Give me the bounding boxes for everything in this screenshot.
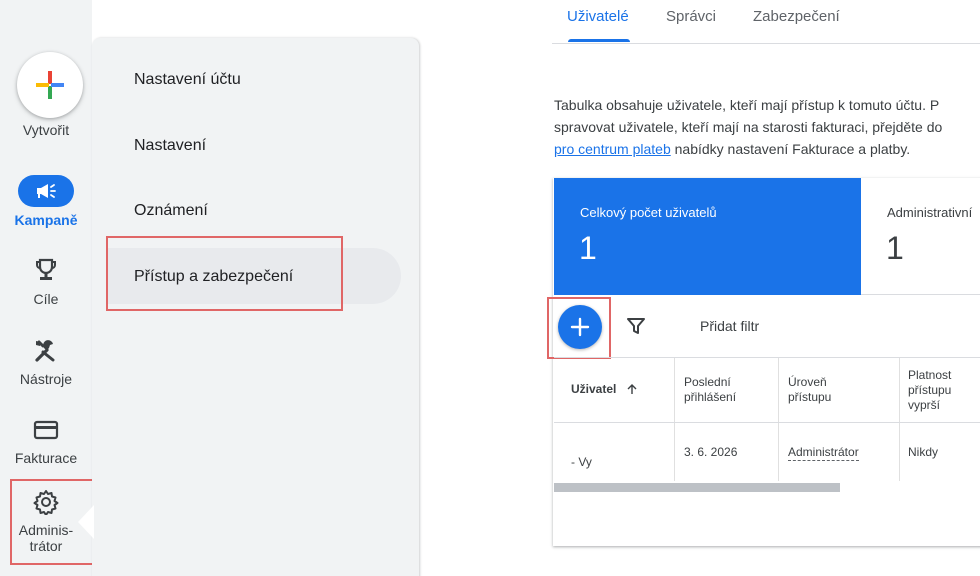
- column-header-user[interactable]: Uživatel: [554, 358, 674, 422]
- panel-pointer: [78, 505, 94, 539]
- stat-admin-users-value: 1: [886, 230, 904, 266]
- nav-item-goals[interactable]: [0, 256, 92, 286]
- add-filter-button[interactable]: Přidat filtr: [700, 318, 759, 334]
- access-level-value[interactable]: Administrátor: [788, 445, 859, 461]
- megaphone-icon: [37, 184, 56, 198]
- stat-total-users[interactable]: Celkový počet uživatelů 1: [554, 178, 861, 295]
- trophy-icon: [36, 258, 56, 280]
- cell-user: - Vy: [571, 455, 592, 469]
- horizontal-scrollbar[interactable]: [554, 483, 840, 492]
- filter-icon[interactable]: [626, 316, 646, 336]
- column-header-last-login[interactable]: Poslední přihlášení: [674, 358, 778, 422]
- create-button[interactable]: [17, 52, 83, 118]
- nav-label-goals: Cíle: [33, 291, 59, 307]
- description-line-1: Tabulka obsahuje uživatele, kteří mají p…: [554, 97, 940, 113]
- column-header-expires[interactable]: Platnost přístupu vyprší: [899, 358, 980, 422]
- menu-item-notifications[interactable]: Oznámení: [134, 202, 208, 220]
- menu-item-account-settings[interactable]: Nastavení účtu: [134, 71, 241, 89]
- stat-total-users-label: Celkový počet uživatelů: [580, 205, 717, 220]
- cell-expires: Nikdy: [899, 423, 980, 481]
- nav-item-campaigns[interactable]: [0, 175, 92, 207]
- tab-security[interactable]: Zabezpečení: [753, 8, 840, 25]
- billing-center-link[interactable]: pro centrum plateb: [554, 141, 671, 157]
- nav-label-campaigns: Kampaně: [14, 212, 78, 228]
- description-line-2: spravovat uživatele, kteří mají na staro…: [554, 119, 943, 135]
- tab-users[interactable]: Uživatelé: [567, 8, 629, 25]
- nav-label-billing: Fakturace: [14, 450, 78, 466]
- sort-ascending-icon: [627, 384, 637, 394]
- credit-card-icon: [33, 420, 59, 440]
- table-row[interactable]: - Vy 3. 6. 2026 Administrátor Nikdy: [554, 423, 980, 481]
- nav-item-tools[interactable]: [0, 336, 92, 366]
- highlight-access-security: [106, 236, 343, 311]
- stat-total-users-value: 1: [579, 230, 597, 266]
- stat-admin-users[interactable]: Administrativní 1: [861, 178, 980, 295]
- active-tab-indicator: [568, 39, 630, 42]
- nav-label-tools: Nástroje: [19, 371, 73, 387]
- description-line-3: nabídky nastavení Fakturace a platby.: [670, 141, 911, 157]
- cell-access-level[interactable]: Administrátor: [778, 423, 899, 481]
- column-header-access-level[interactable]: Úroveň přístupu: [778, 358, 899, 422]
- tools-icon: [35, 340, 55, 362]
- create-label: Vytvořit: [22, 122, 70, 138]
- plus-multicolor-icon: [36, 71, 64, 99]
- users-description: Tabulka obsahuje uživatele, kteří mají p…: [554, 94, 980, 160]
- table-header: Uživatel Poslední přihlášení Úroveň přís…: [554, 357, 980, 423]
- stat-admin-users-label: Administrativní: [887, 205, 973, 220]
- nav-item-billing[interactable]: [0, 415, 92, 445]
- highlight-add-user: [547, 297, 611, 359]
- tab-managers[interactable]: Správci: [666, 8, 716, 25]
- menu-item-settings[interactable]: Nastavení: [134, 137, 206, 155]
- cell-last-login: 3. 6. 2026: [674, 423, 778, 481]
